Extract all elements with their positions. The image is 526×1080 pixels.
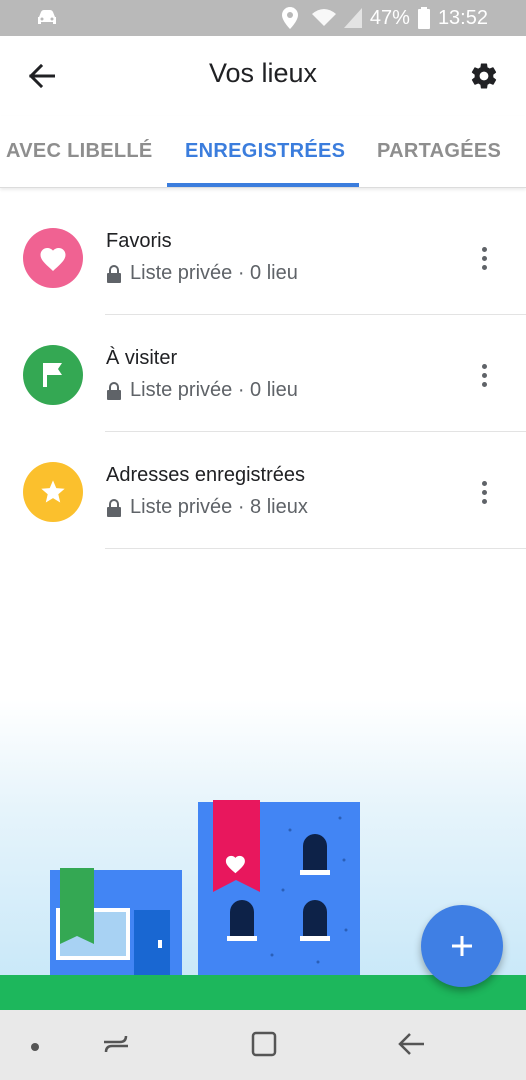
lock-icon [107, 264, 121, 283]
tab-indicator [167, 183, 359, 187]
list-item-a-visiter[interactable]: À visiter Liste privée · 0 lieu [0, 315, 526, 432]
list-meta: Liste privée · 8 lieux [106, 496, 308, 519]
list-icon-circle [23, 345, 83, 405]
list-item-adresses-enregistrees[interactable]: Adresses enregistrées Liste privée · 8 l… [0, 432, 526, 549]
list-name: Adresses enregistrées [106, 464, 305, 486]
list-icon-circle [23, 228, 83, 288]
divider [105, 548, 526, 549]
tab-bar: AVEC LIBELLÉ ENREGISTRÉES PARTAGÉES [0, 116, 526, 188]
list-name: À visiter [106, 347, 178, 369]
home-icon[interactable] [248, 1028, 280, 1060]
location-icon [281, 7, 298, 29]
signal-icon [343, 8, 362, 28]
tab-avec-libelle[interactable]: AVEC LIBELLÉ [6, 140, 153, 163]
more-vert-icon [481, 246, 487, 252]
recents-icon[interactable] [100, 1028, 132, 1060]
more-options-button[interactable] [472, 360, 496, 390]
add-list-button[interactable] [421, 905, 503, 987]
more-vert-icon [481, 363, 487, 369]
more-options-button[interactable] [472, 477, 496, 507]
list-meta-text: Liste privée · 8 lieux [130, 496, 308, 518]
star-icon [41, 480, 65, 503]
list-meta-text: Liste privée · 0 lieu [130, 262, 298, 284]
clock: 13:52 [437, 6, 488, 29]
back-icon[interactable] [396, 1028, 428, 1060]
saved-lists: Favoris Liste privée · 0 lieu À visiter … [0, 198, 526, 549]
status-bar: 47% 13:52 [0, 0, 526, 36]
list-meta: Liste privée · 0 lieu [106, 262, 298, 285]
tab-partagees[interactable]: PARTAGÉES [377, 140, 501, 163]
list-name: Favoris [106, 230, 172, 252]
more-options-button[interactable] [472, 243, 496, 273]
gear-icon [471, 63, 497, 89]
lock-icon [107, 498, 121, 517]
battery-percent: 47% [369, 6, 410, 29]
plus-icon [452, 936, 472, 956]
dot-icon[interactable] [30, 1042, 40, 1052]
app-bar: Vos lieux [0, 36, 526, 116]
settings-button[interactable] [464, 56, 504, 96]
list-item-favoris[interactable]: Favoris Liste privée · 0 lieu [0, 198, 526, 315]
more-vert-icon [481, 480, 487, 486]
list-icon-circle [23, 462, 83, 522]
flag-icon [43, 363, 62, 387]
wifi-icon [311, 9, 336, 26]
battery-icon [417, 7, 430, 29]
heart-icon [40, 248, 66, 271]
car-icon [38, 10, 56, 24]
system-nav-bar [0, 1010, 526, 1080]
tab-enregistrees[interactable]: ENREGISTRÉES [185, 140, 345, 163]
list-meta: Liste privée · 0 lieu [106, 379, 298, 402]
page-title: Vos lieux [208, 58, 318, 88]
list-meta-text: Liste privée · 0 lieu [130, 379, 298, 401]
lock-icon [107, 381, 121, 400]
